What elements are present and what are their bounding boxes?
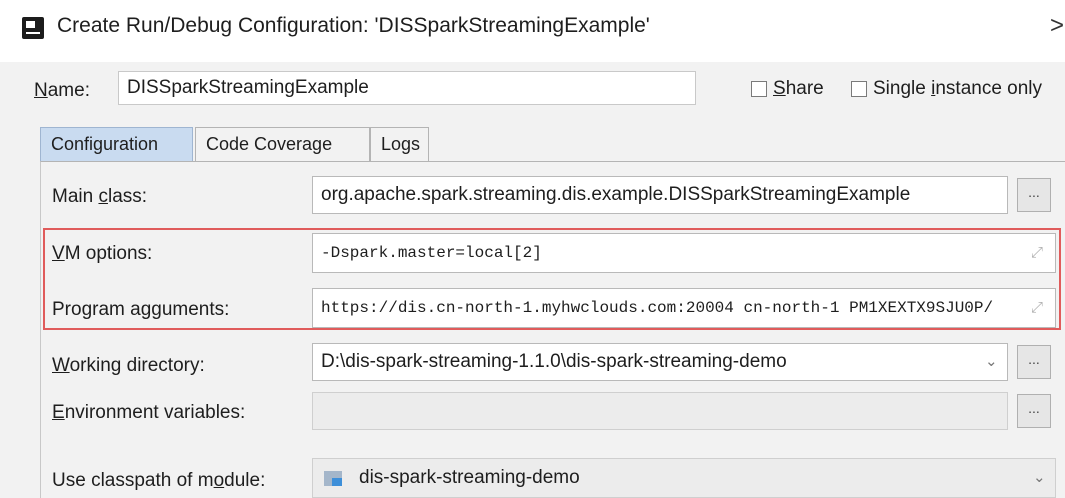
module-folder-icon — [324, 471, 342, 486]
chevron-down-icon[interactable]: ⌄ — [985, 352, 998, 370]
window-title: Create Run/Debug Configuration: 'DISSpar… — [57, 14, 650, 37]
tab-logs[interactable]: Logs — [370, 127, 429, 161]
chevron-down-icon[interactable]: ⌄ — [1033, 468, 1046, 486]
environment-variables-browse-button[interactable]: ... — [1017, 394, 1051, 428]
program-arguments-field[interactable]: https://dis.cn-north-1.myhwclouds.com:20… — [312, 288, 1056, 328]
vm-options-label: VM options: — [52, 243, 153, 264]
main-class-label: Main class: — [52, 186, 148, 207]
share-checkbox[interactable] — [751, 81, 767, 97]
working-directory-label: Working directory: — [52, 355, 205, 376]
expand-icon[interactable]: ⤢ — [1031, 299, 1043, 316]
main-class-field[interactable]: org.apache.spark.streaming.dis.example.D… — [312, 176, 1008, 214]
program-arguments-label: Program agguments: — [52, 299, 230, 320]
main-class-browse-button[interactable]: ... — [1017, 178, 1051, 212]
single-instance-label: Single instance only — [873, 78, 1043, 99]
environment-variables-label: Environment variables: — [52, 402, 246, 423]
run-debug-config-icon — [22, 17, 44, 39]
classpath-module-select[interactable]: dis-spark-streaming-demo — [312, 458, 1056, 498]
vm-options-field[interactable]: -Dspark.master=local[2] — [312, 233, 1056, 273]
name-field[interactable]: DISSparkStreamingExample — [118, 71, 696, 105]
tab-configuration[interactable]: Configuration — [40, 127, 193, 161]
working-directory-field[interactable]: D:\dis-spark-streaming-1.1.0\dis-spark-s… — [312, 343, 1008, 381]
environment-variables-field[interactable] — [312, 392, 1008, 430]
working-directory-browse-button[interactable]: ... — [1017, 345, 1051, 379]
name-label: Name: — [34, 80, 90, 101]
tab-code-coverage[interactable]: Code Coverage — [195, 127, 370, 161]
single-instance-checkbox[interactable] — [851, 81, 867, 97]
expand-icon[interactable]: ⤢ — [1031, 244, 1043, 261]
classpath-module-label: Use classpath of module: — [52, 470, 266, 491]
share-label: Share — [773, 78, 824, 99]
close-icon[interactable]: > — [1050, 12, 1064, 40]
